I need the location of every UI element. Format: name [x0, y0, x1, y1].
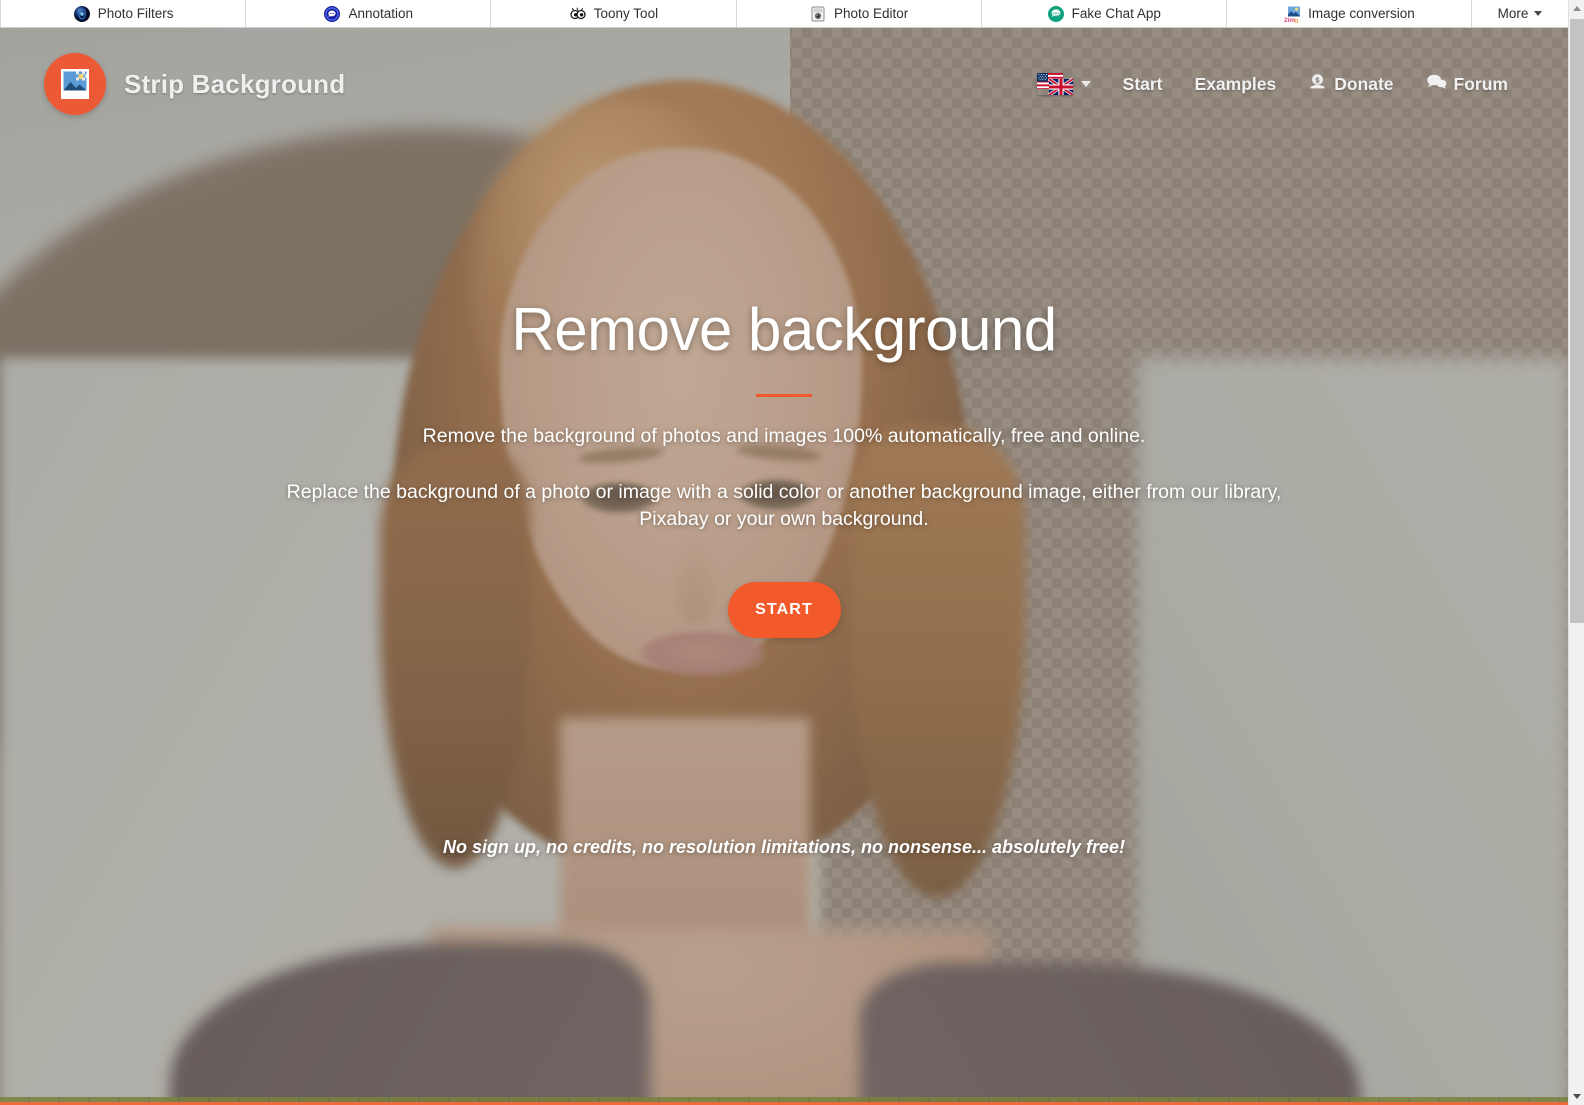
site-header: Strip Background Start Examples $ Donate… [0, 28, 1568, 140]
language-switcher[interactable] [1021, 73, 1107, 95]
toolbar-tab-photo-filters[interactable]: Photo Filters [0, 0, 247, 27]
scroll-down-button[interactable] [1569, 1088, 1584, 1105]
nav-link-start[interactable]: Start [1107, 74, 1179, 95]
chat-app-icon: Fake Chat [1047, 5, 1065, 23]
us-uk-flag-icon [1036, 73, 1073, 95]
speech-bubble-icon [323, 5, 341, 23]
browser-toolbar: Photo Filters Annotation Toony Tool Phot… [0, 0, 1568, 28]
main-navigation: Start Examples $ Donate Forum [1021, 72, 1524, 96]
toolbar-tab-label: Toony Tool [593, 6, 659, 21]
toolbar-more-button[interactable]: More [1472, 0, 1568, 27]
toolbar-tab-image-conversion[interactable]: 2im g Image conversion [1227, 0, 1473, 27]
forum-bubbles-icon [1426, 72, 1447, 96]
hero-section: Remove background Remove the background … [0, 28, 1568, 1105]
picture-frame-icon [44, 53, 106, 115]
nav-link-label: Start [1122, 73, 1163, 94]
toolbar-tab-label: Photo Filters [97, 6, 174, 21]
page-title: Remove background [511, 296, 1057, 363]
nav-link-label: Examples [1194, 73, 1277, 94]
nav-link-label: Forum [1453, 73, 1508, 94]
nav-link-examples[interactable]: Examples [1179, 74, 1293, 95]
svg-text:Chat: Chat [1052, 13, 1059, 17]
sphere-icon [73, 5, 91, 23]
svg-text:g: g [1295, 17, 1299, 23]
toolbar-tab-label: Fake Chat App [1071, 6, 1161, 21]
scrollbar-thumb[interactable] [1570, 19, 1584, 623]
title-underline-rule [756, 394, 812, 397]
toolbar-tab-label: Photo Editor [833, 6, 909, 21]
toolbar-tab-toony-tool[interactable]: Toony Tool [491, 0, 737, 27]
brand-name: Strip Background [124, 68, 346, 99]
donate-coin-icon: $ [1308, 72, 1327, 96]
toolbar-tab-fake-chat-app[interactable]: Fake Chat Fake Chat App [982, 0, 1227, 27]
toolbar-tab-label: Image conversion [1308, 6, 1415, 21]
image-convert-icon: 2im g [1283, 5, 1301, 24]
nav-link-donate[interactable]: $ Donate [1292, 72, 1409, 96]
page-canvas: Strip Background Start Examples $ Donate… [0, 28, 1568, 1105]
scroll-up-button[interactable] [1569, 0, 1584, 17]
camera-icon [809, 5, 827, 23]
hero-free-note: No sign up, no credits, no resolution li… [442, 837, 1126, 858]
hero-subtitle-primary: Remove the background of photos and imag… [422, 425, 1146, 447]
nav-link-forum[interactable]: Forum [1410, 72, 1524, 96]
hero-subtitle-secondary: Replace the background of a photo or ima… [286, 480, 1282, 531]
toolbar-tab-label: Annotation [348, 6, 414, 21]
cartoon-eyes-icon [569, 5, 587, 23]
toolbar-tab-annotation[interactable]: Annotation [246, 0, 492, 27]
brand-logo[interactable]: Strip Background [44, 53, 345, 115]
triangle-up-icon [1573, 6, 1581, 11]
chevron-down-icon [1080, 81, 1091, 87]
vertical-scrollbar[interactable] [1568, 0, 1584, 1105]
svg-text:$: $ [1316, 77, 1320, 84]
toolbar-tab-photo-editor[interactable]: Photo Editor [737, 0, 982, 27]
nav-link-label: Donate [1334, 73, 1394, 94]
chevron-down-icon [1534, 11, 1543, 16]
triangle-down-icon [1573, 1094, 1581, 1099]
toolbar-more-label: More [1497, 6, 1529, 21]
start-button[interactable]: START [727, 582, 841, 639]
